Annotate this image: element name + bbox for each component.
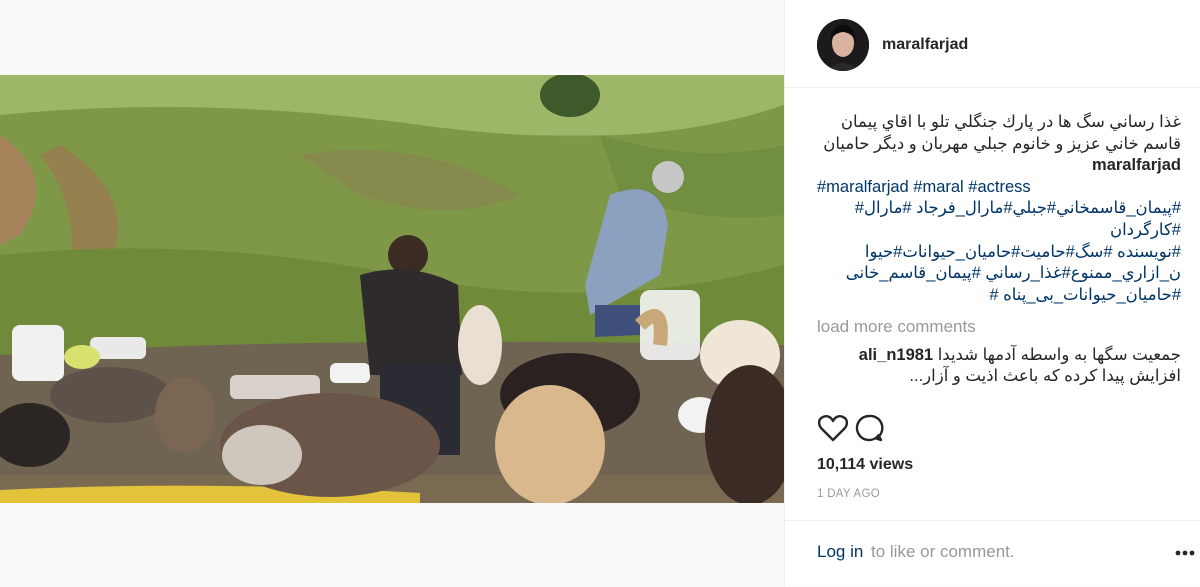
caption-author-username[interactable]: maralfarjad — [1092, 156, 1181, 174]
view-count: 10,114 views — [817, 456, 914, 473]
media-pane — [0, 0, 784, 586]
comment-button[interactable] — [851, 410, 887, 446]
hashtags-line-3[interactable]: #کارگردان — [817, 220, 1181, 242]
comment-author-username[interactable]: ali_n1981 — [859, 346, 933, 364]
login-link[interactable]: Log in — [817, 542, 863, 562]
post-timestamp[interactable]: 1 DAY AGO — [817, 488, 880, 500]
post-actions — [815, 410, 1175, 446]
photo-illustration — [0, 75, 784, 503]
hashtags-line-6[interactable]: #حاميان_حيوانات_بی_پناه # — [817, 285, 1181, 307]
avatar[interactable] — [817, 19, 869, 71]
hashtags-line-2[interactable]: #پیمان_قاسمخاني#جبلي#مارال_فرجاد #مارال# — [817, 198, 1181, 220]
post-author-username[interactable]: maralfarjad — [882, 36, 968, 54]
hashtags-line-1[interactable]: #maralfarjad #maral #actress — [817, 177, 1181, 199]
hashtags-line-4[interactable]: #نويسنده #سگ#حاميت#حاميان_حيوانات#حيوا — [817, 242, 1181, 264]
comments-list: غذا رساني سگ ها در پارك جنگلي تلو با اقا… — [817, 112, 1181, 404]
comment-item: جمعیت سگها به واسطه آدمها شدیدا ali_n198… — [817, 345, 1181, 387]
comment-text-continued: افزایش پیدا کرده که باعث اذیت و آزار... — [909, 367, 1181, 386]
hashtags-line-5[interactable]: ن_ازاري_ممنوع#غذا_رساني #پيمان_قاسم_خانی — [817, 263, 1181, 285]
load-more-comments-button[interactable]: load more comments — [817, 317, 1181, 337]
more-options-button[interactable] — [1173, 541, 1197, 565]
login-prompt-text: to like or comment. — [871, 542, 1015, 561]
post-photo[interactable] — [0, 75, 784, 503]
post-footer: Log in to like or comment. — [785, 520, 1200, 587]
post-header: maralfarjad — [785, 0, 1200, 88]
comment-icon — [855, 414, 884, 442]
avatar-image — [817, 19, 869, 71]
caption-text: غذا رساني سگ ها در پارك جنگلي تلو با اقا… — [823, 113, 1181, 153]
like-button[interactable] — [815, 410, 851, 446]
caption: غذا رساني سگ ها در پارك جنگلي تلو با اقا… — [817, 112, 1181, 306]
comment-text: جمعیت سگها به واسطه آدمها شدیدا — [937, 346, 1181, 365]
more-options-icon — [1175, 550, 1195, 556]
heart-icon — [818, 415, 848, 442]
post-sidebar: maralfarjad غذا رساني سگ ها در پارك جنگل… — [784, 0, 1200, 586]
